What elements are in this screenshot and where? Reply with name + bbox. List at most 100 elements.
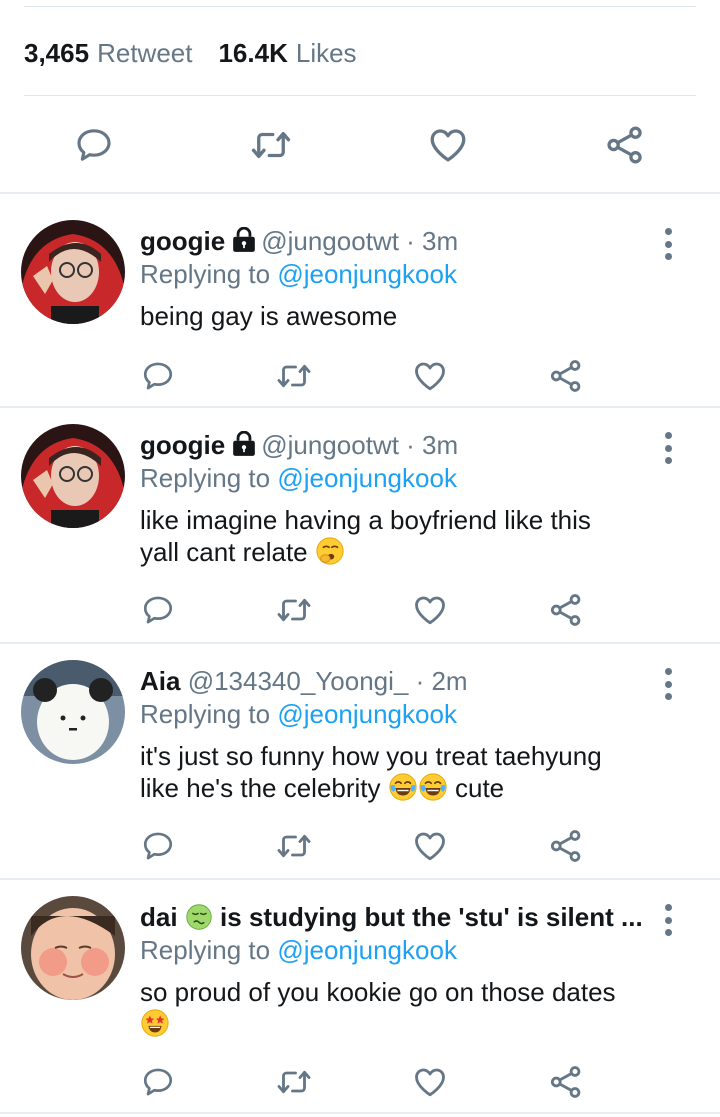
reply-text: being gay is awesome xyxy=(140,301,398,331)
reply-divider xyxy=(0,1112,720,1114)
like-button[interactable] xyxy=(423,120,473,170)
replying-to: Replying to @jeonjungkook xyxy=(140,934,660,966)
reply-button[interactable] xyxy=(138,356,178,396)
reply-icon xyxy=(141,359,175,393)
like-button[interactable] xyxy=(410,356,450,396)
more-options-button[interactable] xyxy=(658,428,678,468)
replying-to-link[interactable]: @jeonjungkook xyxy=(277,935,457,965)
tears-of-joy-icon xyxy=(418,772,448,802)
timestamp[interactable]: · 3m xyxy=(406,430,458,460)
replying-to-link[interactable]: @jeonjungkook xyxy=(277,259,457,289)
reply-actions xyxy=(0,590,720,630)
replying-label: Replying to xyxy=(140,935,271,965)
more-options-button[interactable] xyxy=(658,224,678,264)
timestamp[interactable]: · 3m xyxy=(406,226,458,256)
avatar[interactable] xyxy=(21,220,125,324)
display-name[interactable]: dai xyxy=(140,902,178,932)
replying-to-link[interactable]: @jeonjungkook xyxy=(277,699,457,729)
avatar[interactable] xyxy=(21,660,125,764)
tweet-actions xyxy=(0,112,720,176)
reply-header: Aia @134340_Yoongi_ · 2m xyxy=(140,664,650,698)
share-button[interactable] xyxy=(546,590,586,630)
share-button[interactable] xyxy=(546,826,586,866)
lock-icon xyxy=(231,431,257,457)
reply-divider xyxy=(0,878,720,880)
reply-header: googie @jungootwt · 3m xyxy=(140,224,650,258)
like-button[interactable] xyxy=(410,1062,450,1102)
more-options-button[interactable] xyxy=(658,664,678,704)
display-name[interactable]: googie xyxy=(140,430,225,460)
heart-icon xyxy=(412,828,448,864)
avatar[interactable] xyxy=(21,896,125,1000)
reply-actions xyxy=(0,1062,720,1102)
replying-to: Replying to @jeonjungkook xyxy=(140,698,650,730)
display-name[interactable]: Aia xyxy=(140,666,180,696)
replying-label: Replying to xyxy=(140,259,271,289)
retweet-button[interactable] xyxy=(246,120,296,170)
avatar[interactable] xyxy=(21,424,125,528)
retweet-icon xyxy=(276,1064,312,1100)
reply-divider xyxy=(0,642,720,644)
reply-button[interactable] xyxy=(138,590,178,630)
reply-button[interactable] xyxy=(138,826,178,866)
heart-icon xyxy=(412,1064,448,1100)
replying-label: Replying to xyxy=(140,463,271,493)
yawning-face-icon xyxy=(315,536,345,566)
reply-icon xyxy=(141,829,175,863)
reply-header: dai is studying but the 'stu' is silent … xyxy=(140,900,660,934)
tears-of-joy-icon xyxy=(388,772,418,802)
reply-button[interactable] xyxy=(138,1062,178,1102)
reply-header: googie @jungootwt · 3m xyxy=(140,428,650,462)
like-button[interactable] xyxy=(410,590,450,630)
retweet-icon xyxy=(276,358,312,394)
lock-icon xyxy=(231,227,257,253)
reply-button[interactable] xyxy=(69,120,119,170)
tweet-stats: 3,465 Retweet 16.4K Likes xyxy=(24,30,696,76)
reply-body: googie @jungootwt · 3m Replying to @jeonj… xyxy=(140,224,650,332)
section-divider xyxy=(0,192,720,194)
share-button[interactable] xyxy=(546,356,586,396)
star-struck-icon xyxy=(140,1008,170,1038)
user-handle[interactable]: @134340_Yoongi_ xyxy=(188,666,409,696)
heart-icon xyxy=(412,358,448,394)
display-name-suffix[interactable]: is studying but the 'stu' is silent ... xyxy=(220,902,643,932)
reply-text: so proud of you kookie go on those dates xyxy=(140,976,660,1040)
reply-icon xyxy=(74,125,114,165)
like-button[interactable] xyxy=(410,826,450,866)
user-handle[interactable]: @jungootwt xyxy=(261,226,399,256)
retweet-button[interactable] xyxy=(274,356,314,396)
nauseated-face-icon xyxy=(185,903,213,931)
share-icon xyxy=(548,592,584,628)
retweet-button[interactable] xyxy=(274,590,314,630)
retweets-count[interactable]: 3,465 xyxy=(24,38,89,69)
reply-text: like imagine having a boyfriend like thi… xyxy=(140,504,650,568)
replying-to: Replying to @jeonjungkook xyxy=(140,462,650,494)
reply-text-line: it's just so funny how you treat taehyun… xyxy=(140,741,602,771)
stats-divider xyxy=(24,95,696,96)
reply-icon xyxy=(141,1065,175,1099)
reply-text: it's just so funny how you treat taehyun… xyxy=(140,740,650,804)
share-button[interactable] xyxy=(600,120,650,170)
timestamp[interactable]: · 2m xyxy=(416,666,468,696)
more-options-button[interactable] xyxy=(658,900,678,940)
user-handle[interactable]: @jungootwt xyxy=(261,430,399,460)
retweet-button[interactable] xyxy=(274,826,314,866)
share-icon xyxy=(548,358,584,394)
retweet-icon xyxy=(276,828,312,864)
likes-label[interactable]: Likes xyxy=(296,38,357,69)
reply-body: Aia @134340_Yoongi_ · 2m Replying to @je… xyxy=(140,664,650,804)
reply-text-line: yall cant relate xyxy=(140,537,308,567)
reply-actions xyxy=(0,826,720,866)
share-icon xyxy=(548,828,584,864)
reply-text-line: like he's the celebrity xyxy=(140,773,381,803)
reply-text-line: so proud of you kookie go on those dates xyxy=(140,977,616,1007)
retweet-button[interactable] xyxy=(274,1062,314,1102)
share-icon xyxy=(548,1064,584,1100)
retweet-icon xyxy=(276,592,312,628)
retweet-icon xyxy=(250,124,292,166)
replying-to-link[interactable]: @jeonjungkook xyxy=(277,463,457,493)
share-button[interactable] xyxy=(546,1062,586,1102)
display-name[interactable]: googie xyxy=(140,226,225,256)
retweets-label[interactable]: Retweet xyxy=(97,38,192,69)
likes-count[interactable]: 16.4K xyxy=(218,38,287,69)
